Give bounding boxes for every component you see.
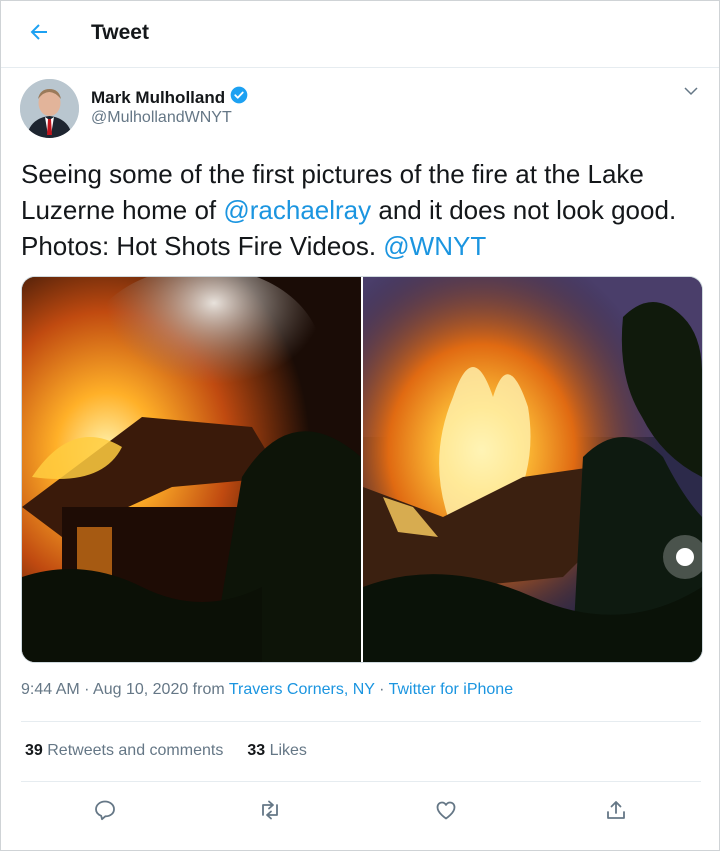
retweets-label: Retweets and comments bbox=[47, 742, 224, 759]
verified-badge-icon bbox=[229, 85, 249, 110]
mention-link[interactable]: @WNYT bbox=[383, 231, 486, 261]
chevron-down-icon bbox=[682, 82, 700, 105]
header: Tweet bbox=[1, 1, 719, 68]
tweet-page: Tweet Mark Mulholland @MulhollandWNYT Se… bbox=[0, 0, 720, 851]
share-icon bbox=[604, 798, 628, 827]
tweet-actions bbox=[1, 794, 719, 830]
tweet-media bbox=[21, 276, 703, 663]
tweet-source[interactable]: Twitter for iPhone bbox=[389, 681, 514, 698]
reply-button[interactable] bbox=[87, 794, 123, 830]
tweet-meta: 9:44 AM · Aug 10, 2020 from Travers Corn… bbox=[21, 681, 513, 699]
tweet-location[interactable]: Travers Corners, NY bbox=[229, 681, 375, 698]
tweet-text: Seeing some of the first pictures of the… bbox=[21, 156, 701, 264]
tweet-stats: 39 Retweets and comments 33 Likes bbox=[25, 742, 307, 760]
meta-separator: · bbox=[374, 681, 389, 698]
back-arrow-icon bbox=[27, 20, 51, 49]
tweet-photo[interactable] bbox=[363, 277, 702, 662]
back-button[interactable] bbox=[21, 19, 57, 49]
mention-link[interactable]: @rachaelray bbox=[223, 195, 371, 225]
retweets-stat[interactable]: 39 Retweets and comments bbox=[25, 742, 223, 760]
more-options-button[interactable] bbox=[679, 83, 703, 103]
retweets-count: 39 bbox=[25, 742, 43, 759]
author-handle[interactable]: @MulhollandWNYT bbox=[91, 109, 232, 127]
like-button[interactable] bbox=[428, 794, 464, 830]
reply-icon bbox=[93, 798, 117, 827]
like-icon bbox=[434, 798, 458, 827]
likes-label: Likes bbox=[269, 742, 307, 759]
author-name-text: Mark Mulholland bbox=[91, 87, 226, 107]
tweet-timestamp[interactable]: 9:44 AM · Aug 10, 2020 from bbox=[21, 681, 229, 698]
avatar[interactable] bbox=[20, 79, 79, 138]
likes-stat[interactable]: 33 Likes bbox=[247, 742, 307, 760]
divider bbox=[21, 721, 701, 722]
share-button[interactable] bbox=[598, 794, 634, 830]
retweet-button[interactable] bbox=[252, 794, 288, 830]
retweet-icon bbox=[258, 798, 282, 827]
author-name[interactable]: Mark Mulholland bbox=[91, 85, 249, 110]
likes-count: 33 bbox=[247, 742, 266, 759]
divider bbox=[21, 781, 701, 782]
page-title: Tweet bbox=[91, 21, 149, 44]
tweet-photo[interactable] bbox=[22, 277, 361, 662]
